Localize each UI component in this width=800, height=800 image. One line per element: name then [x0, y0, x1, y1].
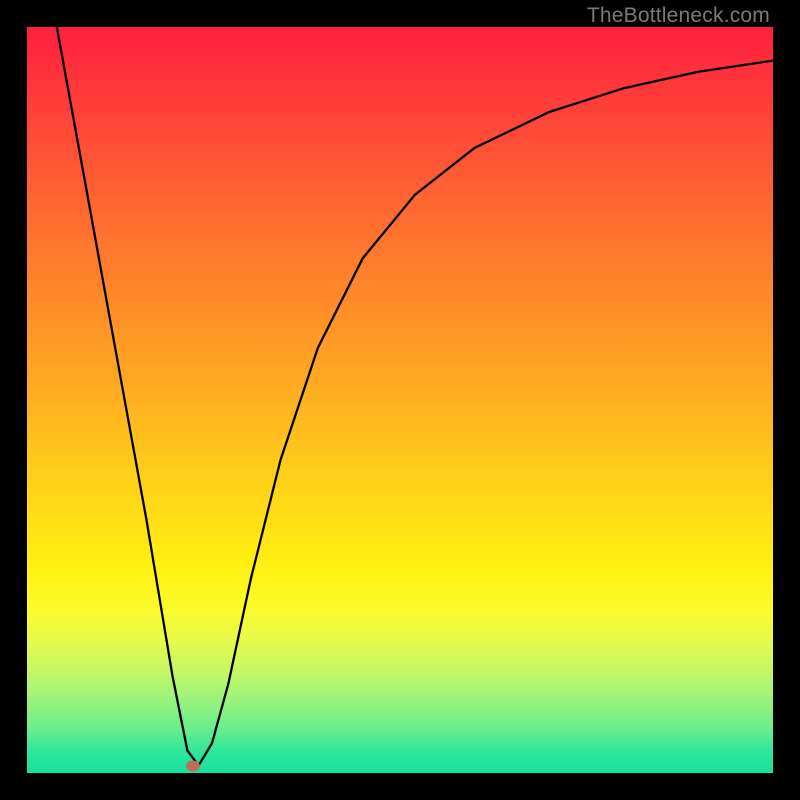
marker-dot: [186, 761, 200, 772]
watermark-text: TheBottleneck.com: [587, 4, 770, 28]
curve-svg: [27, 27, 773, 773]
curve-path: [57, 27, 773, 766]
plot-area: [27, 27, 773, 773]
